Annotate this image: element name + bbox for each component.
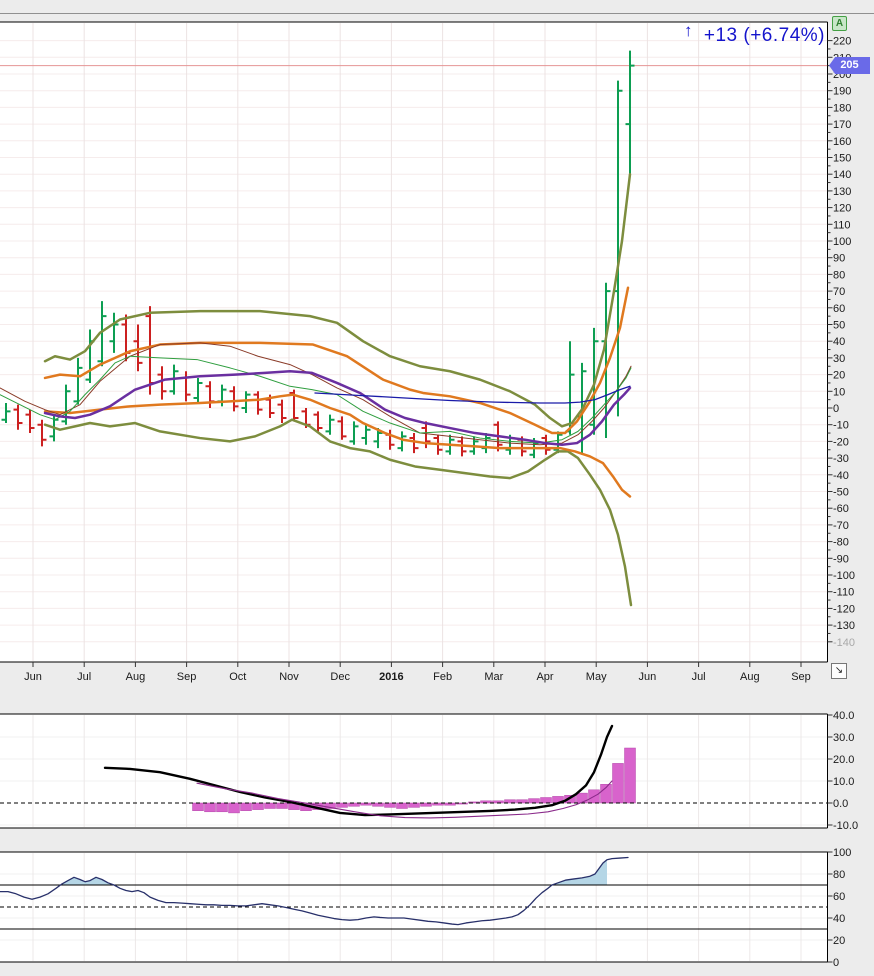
last-price-tag: 205 [829, 57, 870, 74]
y-axis-label: -30 [833, 453, 849, 465]
macd-histogram-bar [625, 748, 636, 803]
macd-histogram-bar [337, 803, 348, 807]
y-axis-label: 120 [833, 203, 851, 215]
y-axis-label: 60 [833, 303, 845, 315]
macd-histogram-bar [541, 798, 552, 804]
macd-histogram-bar [265, 803, 276, 809]
x-axis-label: 2016 [379, 671, 403, 683]
y-axis-label: 40 [833, 336, 845, 348]
macd-histogram-bar [409, 803, 420, 807]
macd-histogram-bar [241, 803, 252, 811]
y-axis-label: 90 [833, 253, 845, 265]
x-axis-label: Nov [279, 671, 299, 683]
y-axis-label: 30 [833, 353, 845, 365]
price-up-arrow-icon: ↑ [684, 21, 693, 41]
macd-histogram-bar [277, 803, 288, 809]
x-axis-label: Oct [229, 671, 246, 683]
y-axis-label: 0.0 [833, 798, 848, 810]
x-axis-label: Sep [791, 671, 811, 683]
y-axis-label: -10 [833, 420, 849, 432]
y-axis-label: 20 [833, 935, 845, 947]
y-axis-label: 30.0 [833, 732, 854, 744]
x-axis-label: Aug [126, 671, 146, 683]
y-axis-label: 80 [833, 269, 845, 281]
y-axis-label: 150 [833, 153, 851, 165]
x-axis-label: Jul [77, 671, 91, 683]
macd-histogram-bar [613, 763, 624, 803]
y-axis-label: -70 [833, 520, 849, 532]
y-axis-label: -130 [833, 620, 855, 632]
macd-histogram-bar [577, 793, 588, 803]
auto-scale-badge[interactable]: A [832, 16, 847, 31]
y-axis-label: -90 [833, 553, 849, 565]
y-axis-label: 70 [833, 286, 845, 298]
resize-handle-icon[interactable]: ↘ [831, 663, 847, 679]
price-change-label: +13 (+6.74%) [704, 25, 825, 47]
y-axis-label: 20.0 [833, 754, 854, 766]
x-axis-label: Jul [692, 671, 706, 683]
y-axis-label: 10 [833, 386, 845, 398]
x-axis-label: Dec [330, 671, 350, 683]
y-axis-label: 100 [833, 236, 851, 248]
y-axis-label: 0 [833, 403, 839, 415]
y-axis-label: 50 [833, 320, 845, 332]
macd-histogram-bar [217, 803, 228, 812]
y-axis-label: 40 [833, 913, 845, 925]
macd-histogram-bar [193, 803, 204, 811]
x-axis-label: May [586, 671, 607, 683]
x-axis-label: Jun [24, 671, 42, 683]
y-axis-label: -100 [833, 570, 855, 582]
y-axis-label: -140 [833, 637, 855, 649]
x-axis-label: Aug [740, 671, 760, 683]
y-axis-label: 40.0 [833, 710, 854, 722]
y-axis-label: 130 [833, 186, 851, 198]
x-axis-label: Apr [536, 671, 553, 683]
y-axis-label: 0 [833, 957, 839, 969]
panel-background [0, 22, 828, 662]
y-axis-label: 100 [833, 847, 851, 859]
macd-histogram-bar [229, 803, 240, 813]
macd-histogram-bar [529, 799, 540, 803]
y-axis-label: 180 [833, 102, 851, 114]
y-axis-label: 80 [833, 869, 845, 881]
x-axis-label: Jun [639, 671, 657, 683]
y-axis-label: 60 [833, 891, 845, 903]
panel-background [0, 714, 828, 828]
y-axis-label: -110 [833, 587, 854, 599]
y-axis-label: -20 [833, 436, 849, 448]
macd-histogram-bar [205, 803, 216, 812]
y-axis-label: 110 [833, 219, 851, 231]
y-axis-label: 170 [833, 119, 851, 131]
y-axis-label: 20 [833, 370, 845, 382]
y-axis-label: -80 [833, 537, 849, 549]
x-axis-label: Sep [177, 671, 197, 683]
macd-histogram-bar [397, 803, 408, 809]
y-axis-label: -50 [833, 487, 849, 499]
y-axis-label: -40 [833, 470, 849, 482]
y-axis-label: -10.0 [833, 820, 858, 832]
y-axis-label: 190 [833, 86, 851, 98]
y-axis-label: 220 [833, 36, 851, 48]
y-axis-label: -120 [833, 603, 855, 615]
macd-histogram-bar [253, 803, 264, 810]
x-axis-label: Feb [433, 671, 452, 683]
macd-histogram-bar [385, 803, 396, 807]
y-axis-label: 10.0 [833, 776, 854, 788]
y-axis-label: 160 [833, 136, 851, 148]
chart-canvas[interactable]: -140-130-120-110-100-90-80-70-60-50-40-3… [0, 0, 874, 976]
x-axis-label: Mar [484, 671, 503, 683]
y-axis-label: -60 [833, 503, 849, 515]
chart-application-window: -140-130-120-110-100-90-80-70-60-50-40-3… [0, 0, 874, 976]
y-axis-label: 140 [833, 169, 851, 181]
